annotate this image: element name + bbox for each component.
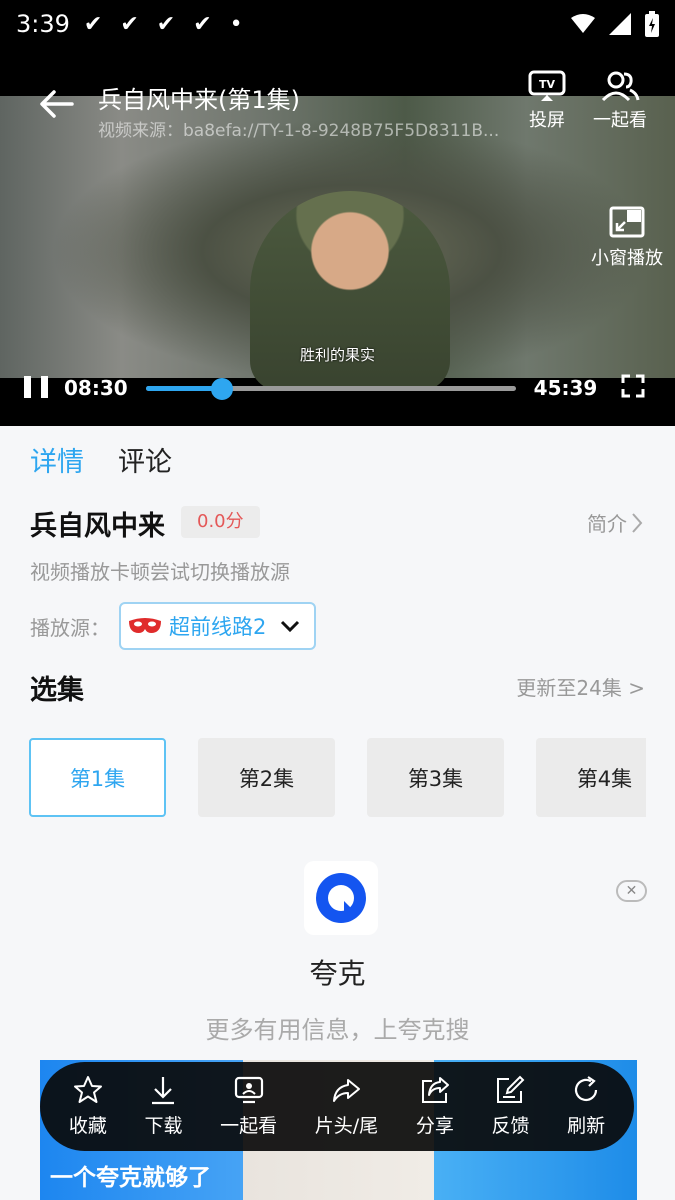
show-title: 兵自风中来	[30, 511, 165, 542]
total-time: 45:39	[533, 376, 598, 400]
quark-app-icon	[316, 873, 366, 923]
watch-together-action-label: 一起看	[220, 1115, 278, 1137]
skip-intro-icon	[333, 1079, 361, 1102]
player-controls: 08:30 45:39	[0, 370, 675, 406]
intro-label: 简介	[587, 512, 627, 536]
svg-text:TV: TV	[539, 78, 556, 91]
video-source: 视频来源：ba8efa://TY-1-8-9248B75F5D8311B...	[98, 121, 500, 141]
back-button[interactable]	[32, 84, 80, 124]
episodes-title: 选集	[30, 675, 84, 706]
skip-intro-button[interactable]: 片头/尾	[315, 1075, 378, 1138]
episode-item-1[interactable]: 第1集	[29, 738, 166, 817]
playback-tip: 视频播放卡顿尝试切换播放源	[30, 560, 290, 584]
skip-intro-label: 片头/尾	[314, 1115, 379, 1137]
refresh-button[interactable]: 刷新	[567, 1075, 605, 1138]
watch-together-icon	[234, 1076, 263, 1104]
download-label: 下载	[144, 1115, 183, 1137]
chevron-right-icon	[632, 512, 643, 533]
watch-together-button[interactable]: 一起看	[593, 70, 647, 132]
source-label: 播放源：	[30, 616, 110, 640]
ad-slogan: 一个夸克就够了	[50, 1165, 211, 1191]
status-bar: 3:39 ✔ ✔ ✔ ✔ •	[0, 0, 675, 48]
wifi-icon	[571, 14, 595, 33]
cast-button[interactable]: TV 投屏	[528, 70, 566, 132]
favorite-button[interactable]: 收藏	[69, 1075, 107, 1138]
action-bar: 收藏 下载 一起看 片头/尾 分享 反馈 刷新	[40, 1062, 634, 1151]
battery-charging-icon	[645, 11, 659, 37]
episode-item-2[interactable]: 第2集	[198, 738, 335, 817]
tab-comments[interactable]: 评论	[118, 440, 172, 479]
feedback-label: 反馈	[491, 1115, 530, 1137]
download-button[interactable]: 下载	[144, 1075, 182, 1138]
feedback-icon	[497, 1075, 525, 1103]
feedback-button[interactable]: 反馈	[491, 1075, 530, 1138]
watch-together-action[interactable]: 一起看	[220, 1075, 277, 1138]
tv-cast-icon: TV	[528, 70, 566, 101]
pause-button[interactable]	[24, 376, 48, 400]
more-notifications-icon: •	[229, 11, 243, 37]
current-time: 08:30	[64, 376, 128, 400]
refresh-label: 刷新	[567, 1115, 606, 1137]
star-icon	[73, 1076, 102, 1103]
status-right	[571, 11, 659, 37]
share-button[interactable]: 分享	[416, 1075, 454, 1138]
quark-logo[interactable]	[304, 861, 378, 935]
video-subtitle: 胜利的果实	[299, 346, 375, 364]
download-done-icon: ✔	[193, 11, 212, 37]
share-icon	[421, 1077, 449, 1103]
source-select[interactable]: 超前线路2	[119, 602, 316, 650]
picture-in-picture-icon	[609, 206, 645, 238]
episodes-update-link[interactable]: 更新至24集 >	[516, 672, 645, 701]
watch-together-label: 一起看	[593, 110, 647, 131]
ad-app-name[interactable]: 夸克	[0, 952, 675, 992]
progress-knob[interactable]	[210, 377, 233, 400]
source-value: 超前线路2	[169, 615, 267, 639]
users-icon	[601, 71, 640, 102]
video-title: 兵自风中来(第1集)	[98, 86, 300, 114]
share-label: 分享	[415, 1115, 454, 1137]
fullscreen-icon	[621, 374, 645, 398]
download-done-icon: ✔	[83, 11, 103, 37]
favorite-label: 收藏	[68, 1115, 107, 1137]
mask-icon	[129, 618, 161, 633]
video-player[interactable]: 兵自风中来(第1集) 视频来源：ba8efa://TY-1-8-9248B75F…	[0, 48, 675, 426]
refresh-icon	[575, 1076, 598, 1102]
pip-button[interactable]: 小窗播放	[591, 206, 663, 270]
signal-icon	[609, 13, 631, 35]
download-done-icon: ✔	[120, 11, 139, 37]
fullscreen-button[interactable]	[621, 374, 645, 402]
intro-link[interactable]: 简介	[587, 508, 643, 537]
episode-list: 第1集 第2集 第3集 第4集	[29, 738, 646, 817]
ad-close-button[interactable]: ✕	[616, 880, 647, 902]
episode-item-4[interactable]: 第4集	[536, 738, 646, 817]
detail-tabs: 详情 评论	[30, 440, 172, 479]
tab-details[interactable]: 详情	[30, 440, 84, 479]
back-arrow-icon	[40, 90, 74, 118]
progress-bar[interactable]	[145, 377, 516, 400]
ad-description: 更多有用信息，上夸克搜	[205, 1016, 470, 1044]
pip-label: 小窗播放	[591, 248, 663, 269]
chevron-down-icon	[281, 620, 300, 633]
status-time: 3:39	[16, 10, 70, 38]
score-badge: 0.0分	[181, 506, 260, 538]
cast-label: 投屏	[529, 110, 565, 131]
player-top-bar: 兵自风中来(第1集) 视频来源：ba8efa://TY-1-8-9248B75F…	[0, 48, 675, 144]
episode-item-3[interactable]: 第3集	[367, 738, 504, 817]
download-done-icon: ✔	[156, 11, 176, 37]
download-icon	[152, 1077, 175, 1105]
notification-icons: ✔ ✔ ✔ ✔ •	[84, 12, 243, 37]
